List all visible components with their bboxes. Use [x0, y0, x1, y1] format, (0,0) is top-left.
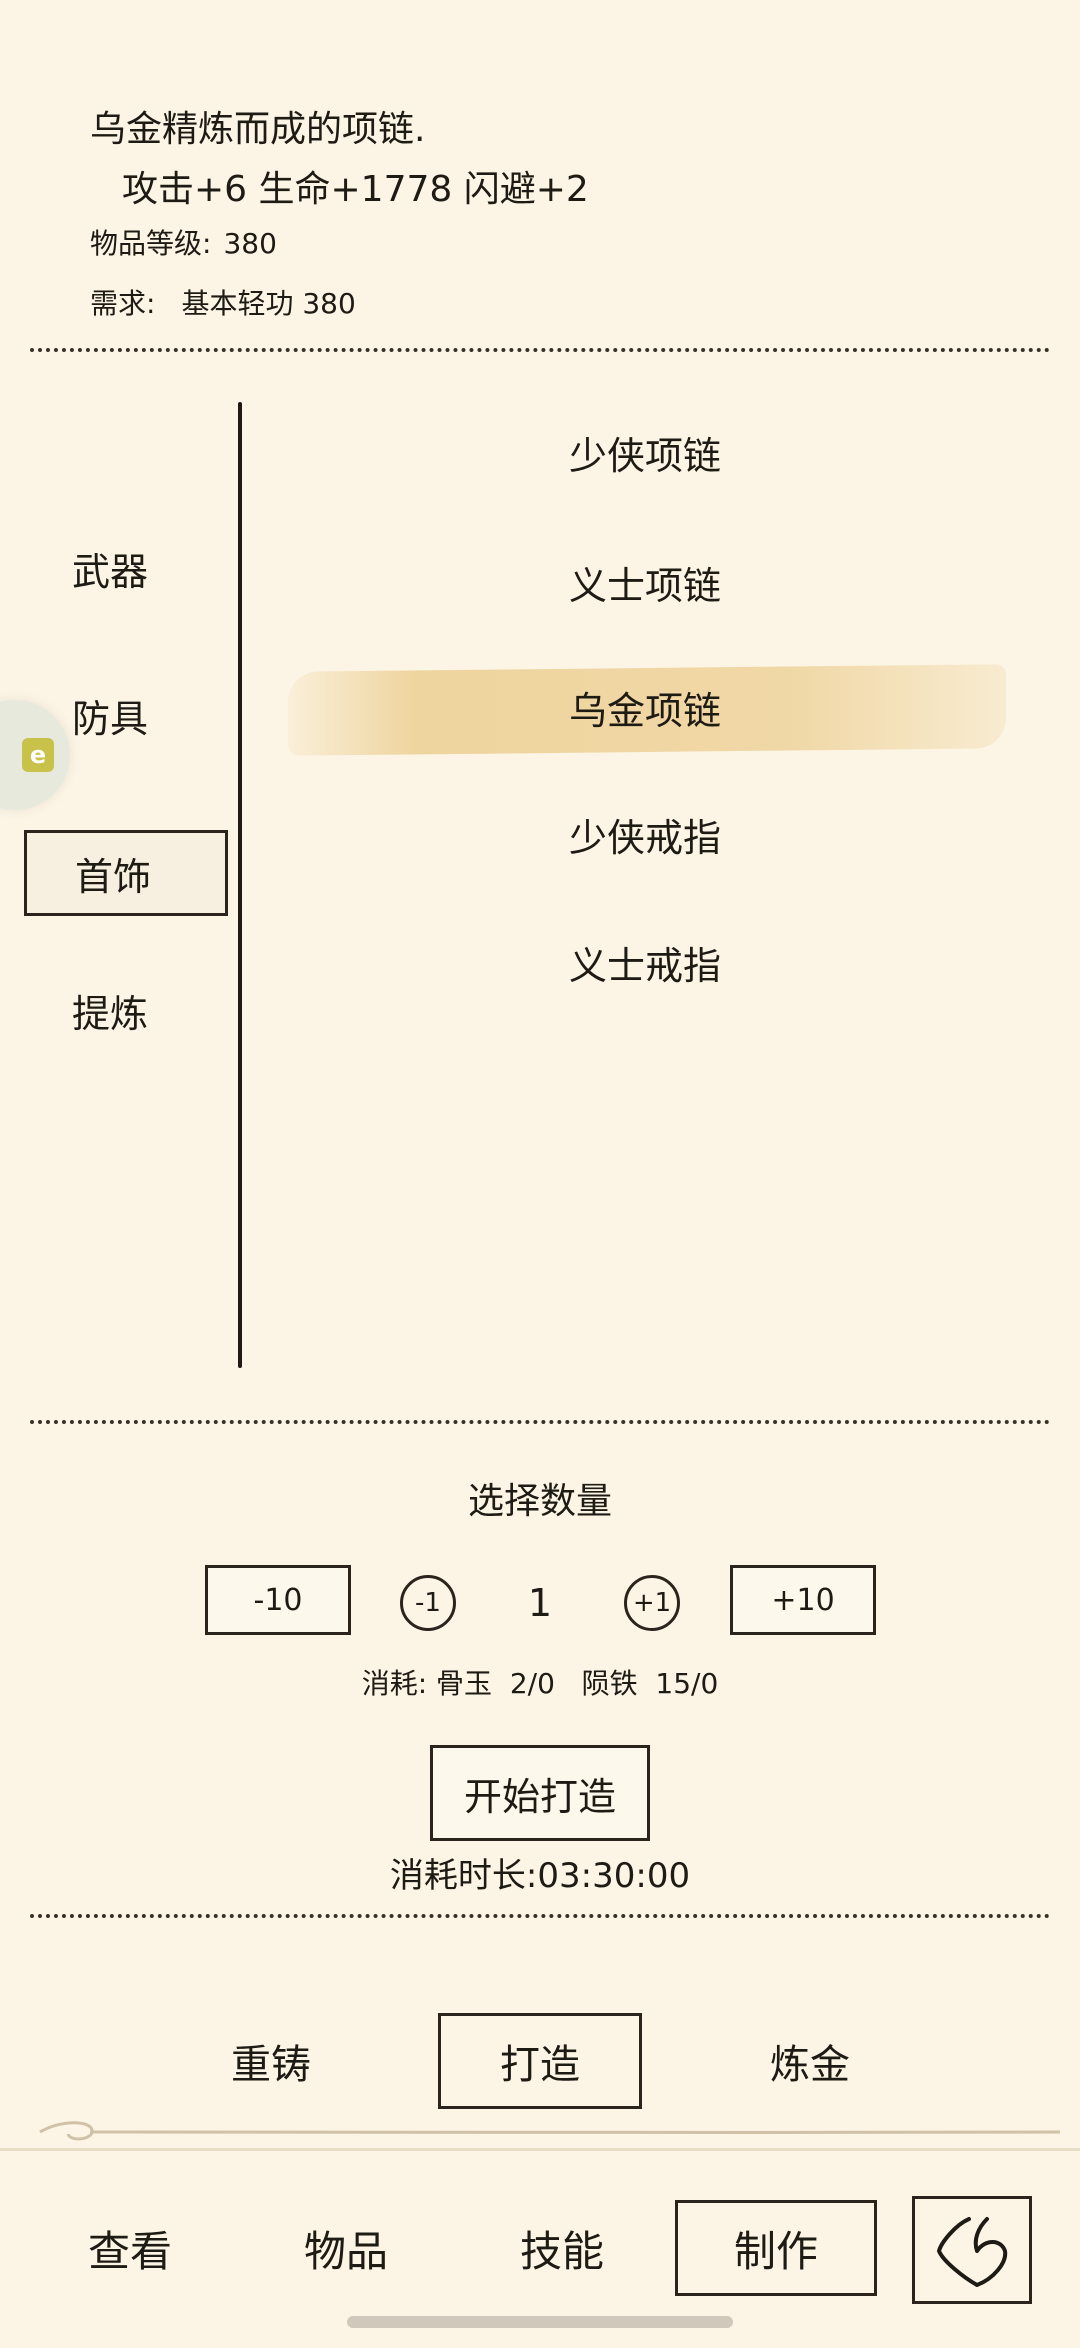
duration-text: 消耗时长:03:30:00	[389, 1856, 691, 1896]
category-accessory[interactable]: 首饰	[24, 830, 228, 916]
material-cost: 消耗: 骨玉 2/0 陨铁 15/0	[361, 1667, 719, 1700]
crafting-screen: 乌金精炼而成的项链. 攻击+6 生命+1778 闪避+2 物品等级: 380 需求…	[0, 0, 1080, 2348]
quantity-title: 选择数量	[467, 1481, 612, 1522]
divider-dotted-middle	[30, 1420, 1050, 1424]
divider-dotted-top	[30, 348, 1050, 352]
minus-ten-button[interactable]: -10	[205, 1565, 351, 1635]
category-weapon[interactable]: 武器	[24, 525, 228, 611]
start-forge-button[interactable]: 开始打造	[430, 1745, 650, 1841]
item-level-value: 380	[223, 227, 277, 260]
back-button[interactable]	[912, 2196, 1032, 2304]
category-refine[interactable]: 提炼	[24, 967, 228, 1053]
nav-divider	[0, 2148, 1080, 2151]
recipe-item[interactable]: 少侠项链	[285, 408, 1005, 496]
minus-one-button[interactable]: -1	[400, 1575, 456, 1631]
item-level-label: 物品等级:	[90, 227, 212, 260]
subtab-alchemy[interactable]: 炼金	[735, 2013, 885, 2109]
quantity-value: 1	[527, 1581, 553, 1625]
subtab-reforge[interactable]: 重铸	[196, 2013, 346, 2109]
nav-tab-view[interactable]: 查看	[60, 2200, 200, 2296]
plus-one-button[interactable]: +1	[624, 1575, 680, 1631]
plus-ten-button[interactable]: +10	[730, 1565, 876, 1635]
divider-dotted-bottom	[30, 1914, 1050, 1918]
category-armor[interactable]: 防具	[24, 672, 228, 758]
home-indicator	[347, 2316, 733, 2328]
recipe-item[interactable]: 义士项链	[285, 538, 1005, 626]
item-requirement-value: 基本轻功 380	[181, 287, 356, 320]
recipe-item[interactable]: 少侠戒指	[285, 790, 1005, 878]
item-description: 乌金精炼而成的项链.	[90, 109, 426, 150]
back-heart-icon	[937, 2217, 1008, 2287]
ink-swirl-divider	[39, 2121, 1061, 2141]
recipe-item[interactable]: 义士戒指	[285, 918, 1005, 1006]
item-stats: 攻击+6 生命+1778 闪避+2	[122, 169, 589, 210]
nav-tab-craft[interactable]: 制作	[675, 2200, 877, 2296]
item-requirement-label: 需求:	[90, 287, 156, 320]
nav-tab-items[interactable]: 物品	[276, 2200, 416, 2296]
item-level: 物品等级: 380	[90, 222, 277, 262]
recipe-item-selected[interactable]: 乌金项链	[285, 663, 1005, 751]
item-requirement: 需求: 基本轻功 380	[90, 282, 356, 322]
nav-tab-skills[interactable]: 技能	[492, 2200, 632, 2296]
divider-vertical	[238, 402, 242, 1368]
subtab-forge[interactable]: 打造	[438, 2013, 642, 2109]
